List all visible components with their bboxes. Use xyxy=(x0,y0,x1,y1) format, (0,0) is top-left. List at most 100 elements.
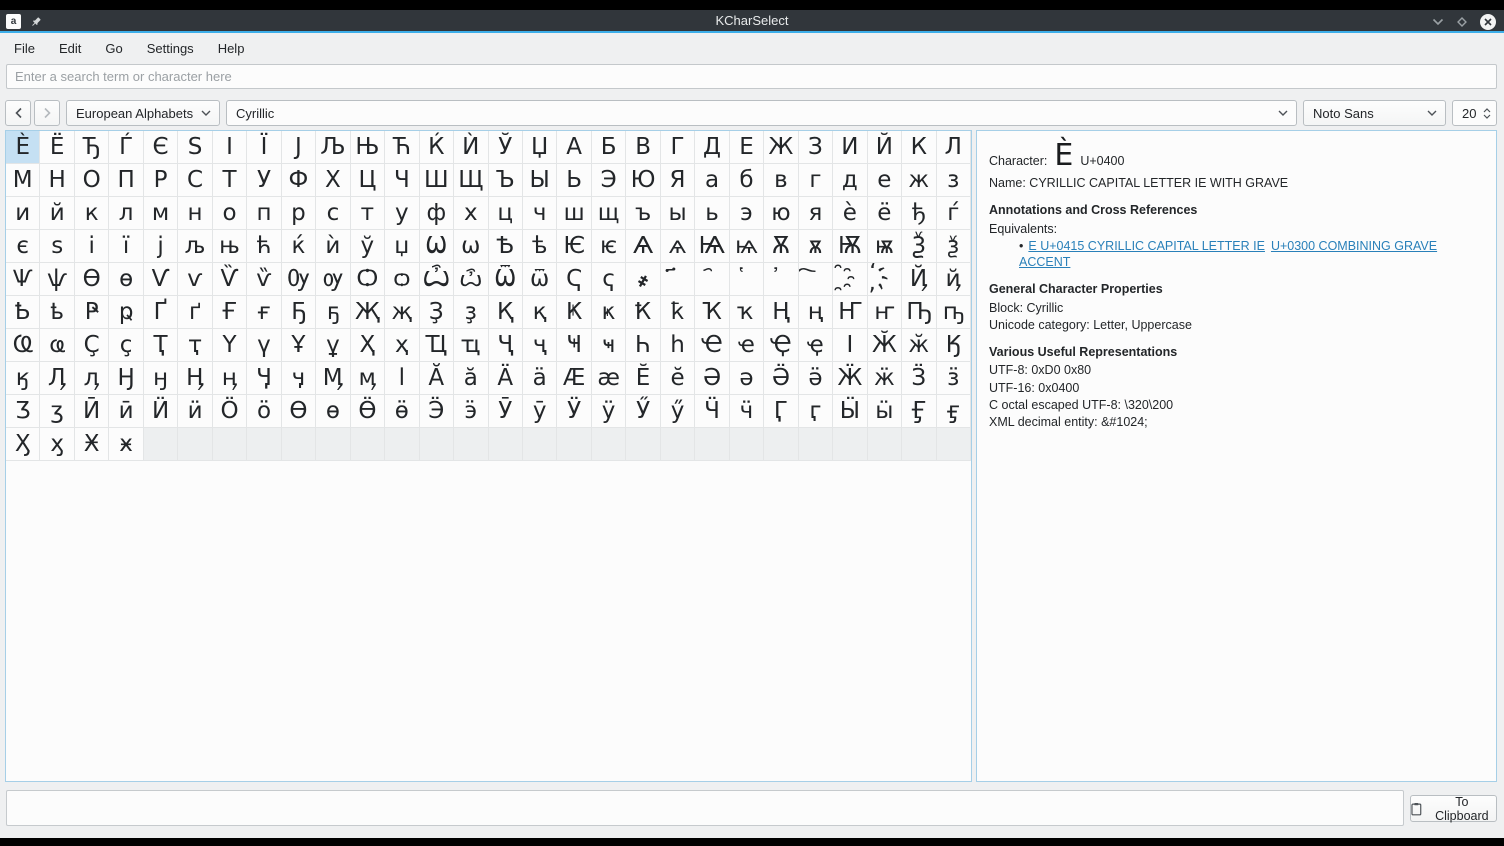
char-cell[interactable]: ҝ xyxy=(592,296,626,329)
char-cell[interactable]: һ xyxy=(661,329,695,362)
char-cell[interactable]: ӹ xyxy=(868,395,902,428)
char-cell[interactable]: Ь xyxy=(557,164,591,197)
char-cell[interactable]: Р xyxy=(144,164,178,197)
char-cell[interactable]: Ѫ xyxy=(764,230,798,263)
char-cell[interactable]: ӎ xyxy=(351,362,385,395)
char-cell[interactable]: и xyxy=(6,197,40,230)
char-cell[interactable]: ҳ xyxy=(385,329,419,362)
char-cell[interactable]: А xyxy=(557,131,591,164)
char-cell[interactable]: ӱ xyxy=(592,395,626,428)
char-cell[interactable]: Ќ xyxy=(420,131,454,164)
char-cell[interactable]: Г xyxy=(661,131,695,164)
char-cell[interactable]: ҽ xyxy=(730,329,764,362)
char-cell[interactable]: ӫ xyxy=(385,395,419,428)
char-cell[interactable]: с xyxy=(316,197,350,230)
menu-item-file[interactable]: File xyxy=(2,37,47,60)
char-cell[interactable]: ұ xyxy=(316,329,350,362)
char-cell[interactable]: ӄ xyxy=(6,362,40,395)
char-cell[interactable]: Н xyxy=(40,164,74,197)
char-cell[interactable]: ґ xyxy=(178,296,212,329)
char-cell[interactable]: у xyxy=(385,197,419,230)
char-cell[interactable]: Ҩ xyxy=(6,329,40,362)
char-cell[interactable]: ҿ xyxy=(799,329,833,362)
char-cell[interactable]: х xyxy=(454,197,488,230)
char-cell[interactable]: Һ xyxy=(626,329,660,362)
char-cell[interactable]: э xyxy=(730,197,764,230)
char-cell[interactable]: ғ xyxy=(247,296,281,329)
char-cell[interactable]: н xyxy=(178,197,212,230)
char-cell[interactable]: ӂ xyxy=(902,329,936,362)
char-cell[interactable]: ӥ xyxy=(178,395,212,428)
char-cell[interactable]: Ҧ xyxy=(902,296,936,329)
char-cell[interactable]: ӝ xyxy=(868,362,902,395)
char-cell[interactable]: ӣ xyxy=(109,395,143,428)
char-cell[interactable]: Ю xyxy=(626,164,660,197)
char-cell[interactable]: Ћ xyxy=(385,131,419,164)
char-cell[interactable]: ӓ xyxy=(523,362,557,395)
close-icon[interactable] xyxy=(1480,14,1496,30)
char-cell[interactable]: п xyxy=(247,197,281,230)
char-cell[interactable]: Ө xyxy=(282,395,316,428)
char-cell[interactable]: ӵ xyxy=(730,395,764,428)
char-cell[interactable]: ҏ xyxy=(109,296,143,329)
char-cell[interactable]: Ѷ xyxy=(213,263,247,296)
char-cell[interactable]: Ӻ xyxy=(902,395,936,428)
char-cell[interactable]: Ж xyxy=(764,131,798,164)
char-cell[interactable]: Ӫ xyxy=(351,395,385,428)
char-cell[interactable]: ѭ xyxy=(868,230,902,263)
char-cell[interactable]: ћ xyxy=(247,230,281,263)
char-cell[interactable]: ӽ xyxy=(40,428,74,461)
menu-item-edit[interactable]: Edit xyxy=(47,37,93,60)
char-cell[interactable]: Џ xyxy=(523,131,557,164)
char-cell[interactable]: ѿ xyxy=(523,263,557,296)
char-cell[interactable]: Ӷ xyxy=(764,395,798,428)
char-cell[interactable]: Ѓ xyxy=(109,131,143,164)
char-cell[interactable]: ѐ xyxy=(833,197,867,230)
char-cell[interactable]: ь xyxy=(695,197,729,230)
char-cell[interactable]: ҃ xyxy=(661,263,695,296)
char-cell[interactable]: ы xyxy=(661,197,695,230)
char-cell[interactable]: Ї xyxy=(247,131,281,164)
char-cell[interactable]: ӷ xyxy=(799,395,833,428)
char-cell[interactable]: є xyxy=(6,230,40,263)
char-cell[interactable]: У xyxy=(247,164,281,197)
char-cell[interactable]: о xyxy=(213,197,247,230)
char-cell[interactable]: Ҷ xyxy=(489,329,523,362)
char-cell[interactable]: ӛ xyxy=(799,362,833,395)
char-cell[interactable]: З xyxy=(799,131,833,164)
char-cell[interactable]: ѧ xyxy=(661,230,695,263)
minimize-icon[interactable] xyxy=(1432,18,1444,26)
char-cell[interactable]: њ xyxy=(213,230,247,263)
char-cell[interactable]: Ҥ xyxy=(833,296,867,329)
char-cell[interactable]: ѡ xyxy=(454,230,488,263)
char-cell[interactable]: Ұ xyxy=(282,329,316,362)
char-cell[interactable]: Т xyxy=(213,164,247,197)
char-cell[interactable]: ђ xyxy=(902,197,936,230)
char-cell[interactable]: ӿ xyxy=(109,428,143,461)
char-cell[interactable]: ҡ xyxy=(730,296,764,329)
char-cell[interactable]: ж xyxy=(902,164,936,197)
char-cell[interactable]: Ӣ xyxy=(75,395,109,428)
char-cell[interactable]: ѷ xyxy=(247,263,281,296)
char-cell[interactable]: Ҫ xyxy=(75,329,109,362)
char-cell[interactable]: а xyxy=(695,164,729,197)
char-cell[interactable]: ѳ xyxy=(109,263,143,296)
char-cell[interactable]: ҉ xyxy=(868,263,902,296)
char-cell[interactable]: Ч xyxy=(385,164,419,197)
char-cell[interactable]: ҷ xyxy=(523,329,557,362)
char-cell[interactable]: Ӄ xyxy=(937,329,971,362)
menu-item-go[interactable]: Go xyxy=(93,37,134,60)
char-cell[interactable]: Ё xyxy=(40,131,74,164)
char-cell[interactable]: Ң xyxy=(764,296,798,329)
menu-item-settings[interactable]: Settings xyxy=(135,37,206,60)
char-cell[interactable]: ң xyxy=(799,296,833,329)
char-cell[interactable]: ҁ xyxy=(592,263,626,296)
char-cell[interactable]: Љ xyxy=(316,131,350,164)
char-cell[interactable]: ҩ xyxy=(40,329,74,362)
char-cell[interactable]: Х xyxy=(316,164,350,197)
char-cell[interactable]: ѫ xyxy=(799,230,833,263)
char-cell[interactable]: Д xyxy=(695,131,729,164)
char-cell[interactable]: Ѝ xyxy=(454,131,488,164)
char-cell[interactable]: ҧ xyxy=(937,296,971,329)
char-cell[interactable]: Ѥ xyxy=(557,230,591,263)
